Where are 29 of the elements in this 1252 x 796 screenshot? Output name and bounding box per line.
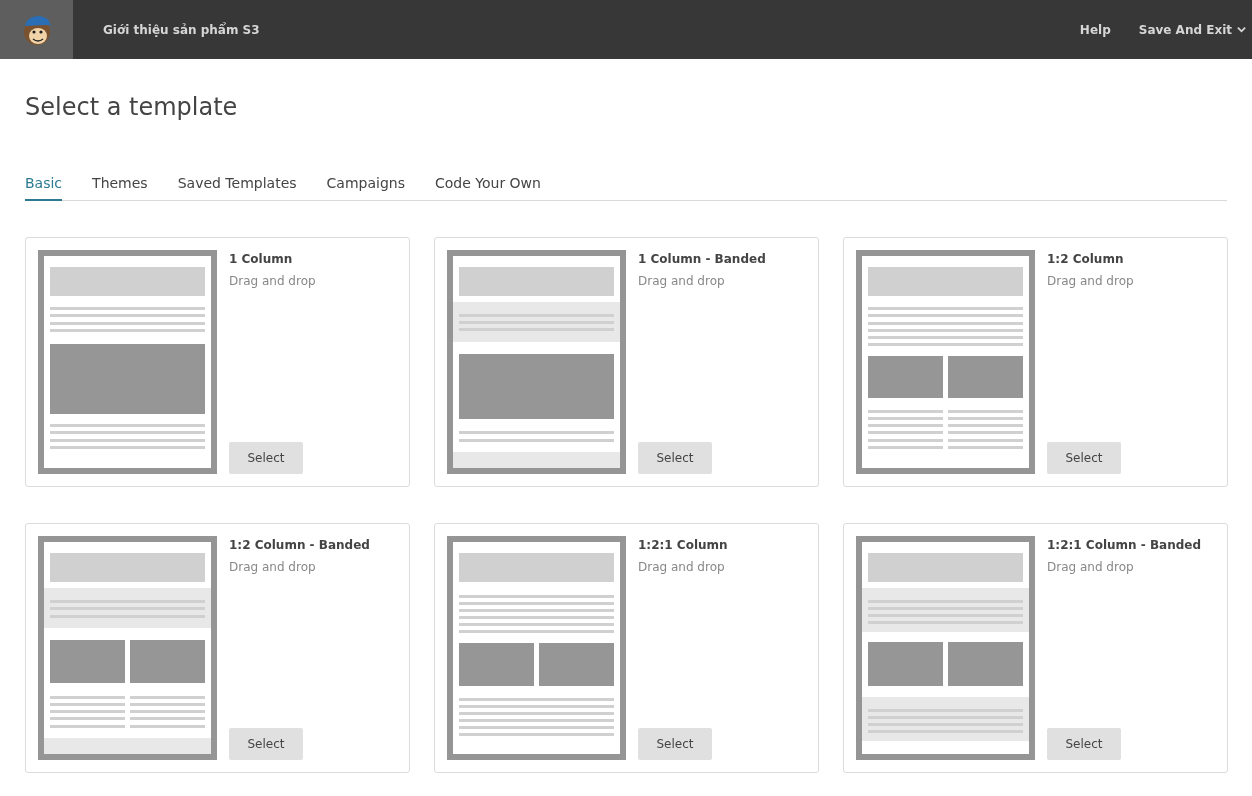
help-link[interactable]: Help: [1079, 22, 1111, 37]
template-description: Drag and drop: [638, 274, 725, 288]
template-name: 1 Column - Banded: [638, 252, 766, 266]
select-button[interactable]: Select: [1047, 728, 1121, 760]
template-name: 1:2:1 Column - Banded: [1047, 538, 1202, 552]
tab[interactable]: Basic: [25, 175, 63, 201]
tab[interactable]: Saved Templates: [177, 175, 297, 201]
template-name: 1:2:1 Column: [638, 538, 728, 552]
template-name: 1:2 Column: [1047, 252, 1124, 266]
page-title: Select a template: [25, 93, 239, 121]
select-button[interactable]: Select: [638, 442, 712, 474]
select-button[interactable]: Select: [638, 728, 712, 760]
tab[interactable]: Campaigns: [326, 175, 405, 201]
chevron-down-icon: [1237, 25, 1246, 34]
template-description: Drag and drop: [229, 274, 316, 288]
select-button[interactable]: Select: [229, 442, 303, 474]
template-description: Drag and drop: [1047, 274, 1134, 288]
template-description: Drag and drop: [1047, 560, 1134, 574]
tab[interactable]: Code Your Own: [434, 175, 541, 201]
project-title: Giới thiệu sản phẩm S3: [103, 22, 261, 37]
tab[interactable]: Themes: [92, 175, 148, 201]
select-button[interactable]: Select: [1047, 442, 1121, 474]
template-name: 1 Column: [229, 252, 293, 266]
template-description: Drag and drop: [229, 560, 316, 574]
select-button[interactable]: Select: [229, 728, 303, 760]
save-and-exit-menu[interactable]: Save And Exit: [1138, 22, 1246, 37]
template-description: Drag and drop: [638, 560, 725, 574]
template-name: 1:2 Column - Banded: [229, 538, 370, 552]
logo-tile[interactable]: [0, 0, 73, 59]
